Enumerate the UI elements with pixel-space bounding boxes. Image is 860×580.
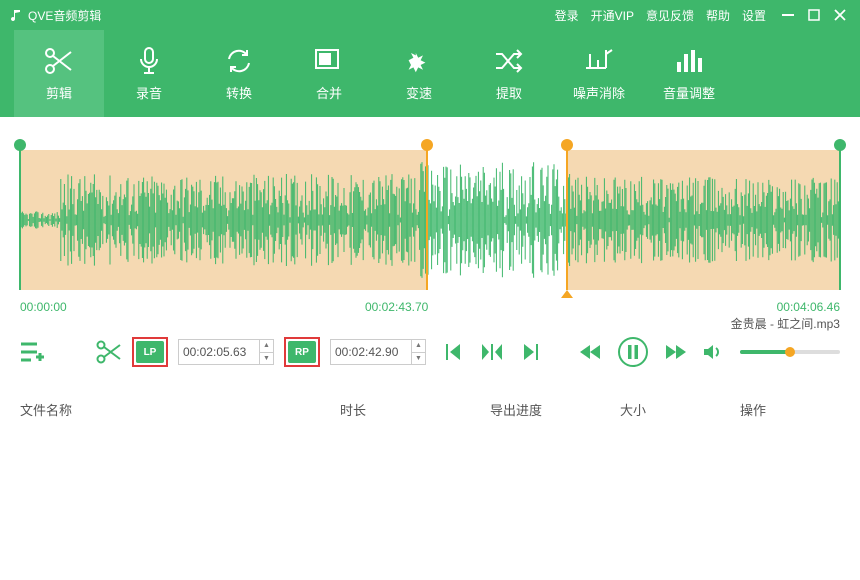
scissors-small-icon	[96, 340, 122, 364]
tool-convert-label: 转换	[226, 83, 252, 102]
settings-link[interactable]: 设置	[742, 7, 766, 24]
lp-badge[interactable]: LP	[136, 341, 164, 363]
time-start: 00:00:00	[20, 300, 67, 314]
col-name: 文件名称	[20, 400, 340, 419]
lp-time-value: 00:02:05.63	[183, 345, 246, 359]
tool-speed[interactable]: 变速	[374, 30, 464, 117]
time-ruler: 00:00:00 00:02:43.70 00:04:06.46	[20, 300, 840, 314]
maximize-icon[interactable]	[808, 9, 820, 21]
tool-cut[interactable]: 剪辑	[14, 30, 104, 117]
window-controls	[776, 9, 860, 21]
titlebar: QVE音频剪辑 登录 开通VIP 意见反馈 帮助 设置	[0, 0, 860, 30]
rp-spinner[interactable]: ▲▼	[411, 340, 425, 364]
tool-cut-label: 剪辑	[46, 83, 72, 102]
col-size: 大小	[620, 400, 740, 419]
tool-merge-label: 合并	[316, 83, 342, 102]
tool-convert[interactable]: 转换	[194, 30, 284, 117]
minimize-icon[interactable]	[782, 9, 794, 21]
add-section-button[interactable]	[20, 341, 46, 363]
rewind-button[interactable]	[580, 345, 600, 359]
close-icon[interactable]	[834, 9, 846, 21]
volume-fill	[740, 350, 790, 354]
merge-icon	[314, 48, 344, 74]
col-action: 操作	[740, 400, 840, 419]
cut-button[interactable]	[96, 340, 122, 364]
trim-in-button[interactable]	[482, 344, 502, 360]
rp-badge[interactable]: RP	[288, 341, 316, 363]
sync-icon	[225, 47, 253, 75]
speed-icon	[405, 47, 433, 75]
app-title-group: QVE音频剪辑	[0, 7, 101, 24]
tool-volume[interactable]: 音量调整	[644, 30, 734, 117]
tool-extract[interactable]: 提取	[464, 30, 554, 117]
tool-denoise[interactable]: 噪声消除	[554, 30, 644, 117]
scissors-icon	[43, 46, 75, 76]
feedback-link[interactable]: 意见反馈	[646, 7, 694, 24]
play-pause-button[interactable]	[618, 337, 648, 367]
tool-record-label: 录音	[136, 83, 162, 102]
volume-icon[interactable]	[704, 344, 722, 360]
time-mid: 00:02:43.70	[365, 300, 428, 314]
tool-record[interactable]: 录音	[104, 30, 194, 117]
pause-icon	[627, 345, 639, 359]
top-links: 登录 开通VIP 意见反馈 帮助 设置	[555, 7, 776, 24]
denoise-icon	[584, 48, 614, 74]
tool-extract-label: 提取	[496, 83, 522, 102]
lp-marker-highlight: LP	[132, 337, 168, 367]
rp-time-value: 00:02:42.90	[335, 345, 398, 359]
shuffle-icon	[494, 49, 524, 73]
col-duration: 时长	[340, 400, 490, 419]
playback-controls: 金贵晨 - 虹之间.mp3	[446, 337, 840, 367]
tool-denoise-label: 噪声消除	[573, 83, 625, 102]
vip-link[interactable]: 开通VIP	[591, 7, 634, 24]
rp-marker-highlight: RP	[284, 337, 320, 367]
to-end-button[interactable]	[520, 344, 538, 360]
list-plus-icon	[20, 341, 46, 363]
tool-volume-label: 音量调整	[663, 83, 715, 102]
lp-spinner[interactable]: ▲▼	[259, 340, 273, 364]
current-file-name: 金贵晨 - 虹之间.mp3	[731, 315, 840, 332]
forward-button[interactable]	[666, 345, 686, 359]
login-link[interactable]: 登录	[555, 7, 579, 24]
help-link[interactable]: 帮助	[706, 7, 730, 24]
tool-merge[interactable]: 合并	[284, 30, 374, 117]
equalizer-icon	[675, 48, 703, 74]
waveform-graphic	[20, 150, 840, 290]
music-note-icon	[10, 9, 22, 21]
main-toolbar: 剪辑 录音 转换 合并 变速 提取 噪声消除 音量调整	[0, 30, 860, 117]
playhead-marker[interactable]	[561, 290, 573, 298]
app-title: QVE音频剪辑	[28, 7, 101, 24]
col-progress: 导出进度	[490, 400, 620, 419]
time-end: 00:04:06.46	[777, 300, 840, 314]
microphone-icon	[136, 46, 162, 76]
waveform-area[interactable]	[20, 135, 840, 300]
file-list-header: 文件名称 时长 导出进度 大小 操作	[20, 400, 840, 419]
volume-slider[interactable]	[740, 350, 840, 354]
rp-time-field[interactable]: 00:02:42.90 ▲▼	[330, 339, 426, 365]
to-start-button[interactable]	[446, 344, 464, 360]
controls-row: LP 00:02:05.63 ▲▼ RP 00:02:42.90 ▲▼ 金贵晨 …	[20, 332, 840, 372]
volume-thumb[interactable]	[785, 347, 795, 357]
tool-speed-label: 变速	[406, 83, 432, 102]
lp-time-field[interactable]: 00:02:05.63 ▲▼	[178, 339, 274, 365]
